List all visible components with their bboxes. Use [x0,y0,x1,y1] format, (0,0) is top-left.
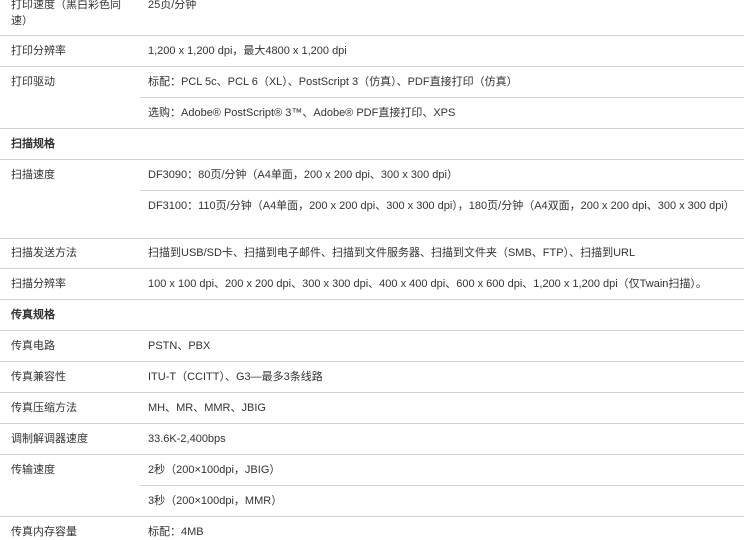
row-value: PSTN、PBX [148,340,211,352]
row-value: 选购：Adobe® PostScript® 3™、Adobe® PDF直接打印、… [148,107,456,119]
row-divider [140,190,744,191]
row-divider [0,423,744,424]
row-divider [0,454,744,455]
row-value: 标配：4MB [148,526,204,538]
row-label: 打印驱动 [11,76,55,88]
row-divider [140,97,744,98]
row-divider [0,66,744,67]
section-title: 传真规格 [11,309,55,321]
row-value: 100 x 100 dpi、200 x 200 dpi、300 x 300 dp… [148,278,707,290]
row-label: 打印分辨率 [11,45,66,57]
row-divider [0,392,744,393]
row-value: 1,200 x 1,200 dpi，最大4800 x 1,200 dpi [148,45,347,57]
row-value: 扫描到USB/SD卡、扫描到电子邮件、扫描到文件服务器、扫描到文件夹（SMB、F… [148,247,636,259]
row-label: 传真电路 [11,340,55,352]
row-label: 扫描速度 [11,169,55,181]
section-title: 扫描规格 [11,138,55,150]
row-divider [0,238,744,239]
row-value: 2秒（200×100dpi，JBIG） [148,464,281,476]
row-divider [0,268,744,269]
row-divider [0,35,744,36]
row-value: DF3090：80页/分钟（A4单面，200 x 200 dpi、300 x 3… [148,169,458,181]
row-divider [0,361,744,362]
row-label: 调制解调器速度 [11,433,88,445]
row-divider [0,330,744,331]
row-value: 3秒（200×100dpi，MMR） [148,495,283,507]
row-value: MH、MR、MMR、JBIG [148,402,266,414]
row-label: 传真压缩方法 [11,402,77,414]
row-divider [0,159,744,160]
row-label: 传真兼容性 [11,371,66,383]
row-value: 25页/分钟 [148,0,197,11]
row-divider [0,128,744,129]
row-value: ITU-T（CCITT）、G3—最多3条线路 [148,371,323,383]
row-divider [0,299,744,300]
row-divider [0,516,744,517]
row-divider [140,485,744,486]
row-label: 打印速度（黑白彩色同速） [11,0,121,27]
row-label: 传真内存容量 [11,526,77,538]
row-value: 33.6K-2,400bps [148,433,226,445]
row-value: 标配：PCL 5c、PCL 6（XL）、PostScript 3（仿真）、PDF… [148,76,518,88]
row-label: 传输速度 [11,464,55,476]
row-label: 扫描发送方法 [11,247,77,259]
row-label: 扫描分辨率 [11,278,66,290]
row-value: DF3100：110页/分钟（A4单面，200 x 200 dpi、300 x … [148,200,735,212]
